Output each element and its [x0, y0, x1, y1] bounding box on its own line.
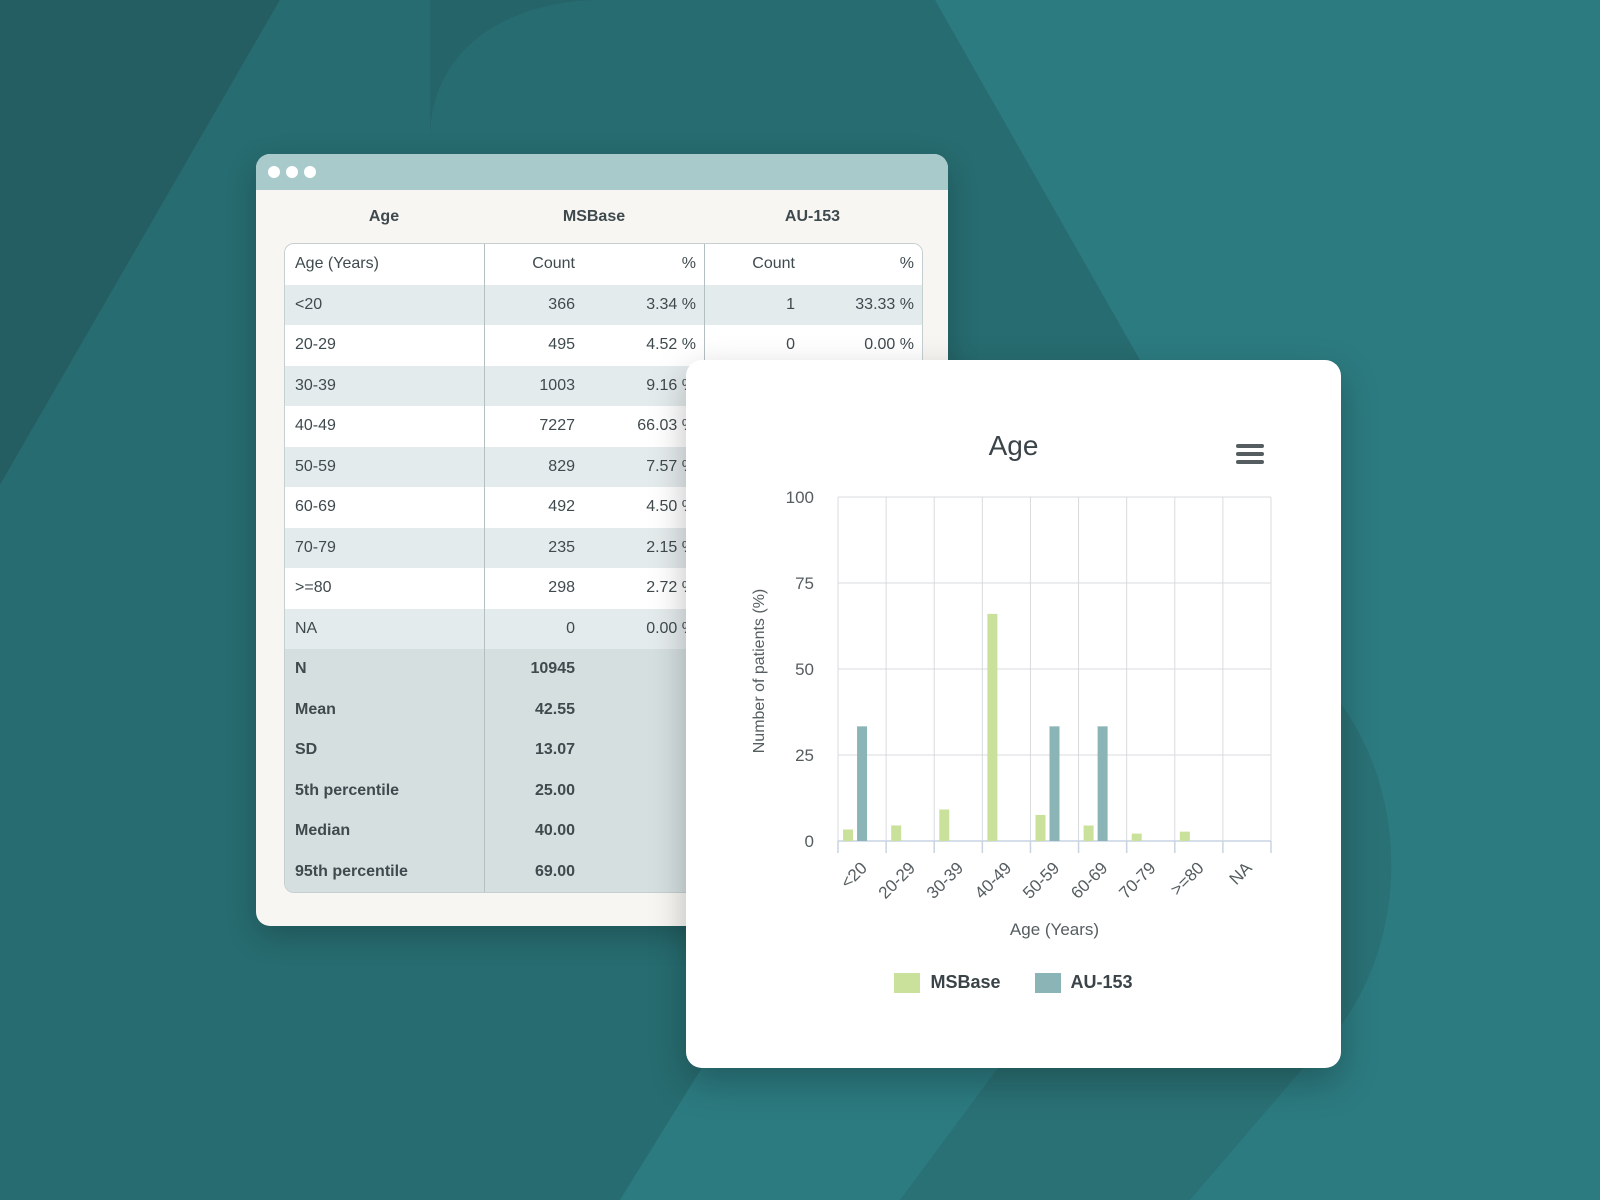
- stat-value: 25.00: [534, 781, 575, 799]
- y-axis-title: Number of patients (%): [751, 589, 768, 754]
- bar-au153[interactable]: [1097, 726, 1108, 841]
- legend-label-au153: AU-153: [1070, 972, 1133, 992]
- bar-msbase[interactable]: [843, 829, 854, 841]
- chart-legend: MSBase AU-153: [686, 972, 1341, 993]
- cell-label: >=80: [285, 568, 485, 609]
- bar-msbase[interactable]: [891, 825, 902, 841]
- stat-value: 42.55: [534, 700, 575, 718]
- stat-label: 5th percentile: [285, 770, 485, 811]
- cell-pct1: 3.34 %: [583, 284, 705, 325]
- window-control-dot[interactable]: [286, 166, 298, 178]
- column-header-age-years[interactable]: Age (Years): [285, 244, 485, 285]
- group-header-age: Age: [368, 208, 400, 225]
- legend-swatch-au153: [1034, 972, 1061, 993]
- window-titlebar: [256, 154, 948, 190]
- cell-count2: 1: [786, 295, 795, 313]
- group-header-msbase: MSBase: [562, 208, 626, 225]
- group-header-au153: AU-153: [784, 208, 841, 225]
- cell-count1: 298: [548, 579, 575, 596]
- stat-value: 69.00: [534, 862, 575, 880]
- window-control-dot[interactable]: [304, 166, 316, 178]
- stat-label: Median: [285, 811, 485, 852]
- cell-count1: 366: [548, 295, 575, 313]
- bar-msbase[interactable]: [939, 809, 950, 841]
- legend-swatch-msbase: [894, 972, 921, 993]
- cell-count1: 235: [548, 538, 575, 556]
- cell-label: NA: [285, 608, 485, 649]
- bar-au153[interactable]: [1049, 726, 1060, 841]
- legend-item-msbase[interactable]: MSBase: [894, 972, 1001, 993]
- stat-value: 40.00: [534, 822, 575, 839]
- cell-label: 20-29: [285, 325, 485, 366]
- x-tick-label: 60-69: [1067, 858, 1111, 902]
- x-tick-label: 20-29: [875, 858, 919, 902]
- stat-label: Mean: [285, 689, 485, 730]
- y-tick-label: 50: [795, 660, 814, 679]
- cell-count1: 7227: [539, 417, 575, 434]
- bar-msbase[interactable]: [1179, 831, 1190, 841]
- stat-value: 13.07: [534, 741, 575, 758]
- x-tick-label: >=80: [1167, 858, 1208, 899]
- x-tick-label: 40-49: [971, 858, 1015, 902]
- table-row: <20 366 3.34 % 1 33.33 %: [285, 284, 922, 325]
- legend-item-au153[interactable]: AU-153: [1034, 972, 1133, 993]
- cell-pct2: 33.33 %: [855, 295, 914, 313]
- x-tick-label: 70-79: [1115, 858, 1159, 902]
- stat-label: SD: [285, 730, 485, 771]
- table-header-row: Age (Years) Count % Count %: [285, 244, 922, 285]
- cell-count1: 0: [566, 619, 575, 637]
- column-header-au-count[interactable]: Count: [705, 244, 803, 285]
- bar-msbase[interactable]: [1083, 825, 1094, 841]
- stat-label: N: [285, 649, 485, 690]
- cell-label: 60-69: [285, 487, 485, 528]
- window-control-dot[interactable]: [268, 166, 280, 178]
- x-tick-label: 30-39: [923, 858, 967, 902]
- cell-count1: 495: [548, 336, 575, 353]
- y-tick-label: 0: [805, 832, 814, 851]
- column-header-au-percent[interactable]: %: [803, 244, 922, 285]
- x-axis-title: Age (Years): [1010, 920, 1099, 939]
- cell-label: <20: [285, 284, 485, 325]
- y-tick-label: 25: [795, 746, 814, 765]
- cell-count1: 829: [548, 457, 575, 475]
- bar-au153[interactable]: [857, 726, 868, 841]
- cell-label: 40-49: [285, 406, 485, 447]
- age-chart-card: Age 0 25 50 75 100 <20 20-29 30-39 40-49 50-59 60-…: [686, 360, 1341, 1068]
- y-tick-label: 100: [786, 488, 814, 507]
- cell-label: 30-39: [285, 365, 485, 406]
- cell-label: 50-59: [285, 446, 485, 487]
- x-tick-label: NA: [1226, 858, 1257, 889]
- table-group-headers: Age MSBase AU-153: [256, 190, 948, 244]
- bar-msbase[interactable]: [1131, 833, 1142, 841]
- bar-msbase[interactable]: [987, 613, 998, 841]
- age-bar-chart: 0 25 50 75 100 <20 20-29 30-39 40-49 50-59 60-69 70…: [751, 488, 1272, 939]
- legend-label-msbase: MSBase: [930, 972, 1001, 992]
- column-header-msbase-count[interactable]: Count: [485, 244, 583, 285]
- cell-count1: 1003: [539, 376, 575, 394]
- column-header-msbase-percent[interactable]: %: [583, 244, 705, 285]
- y-tick-label: 75: [795, 574, 814, 593]
- x-tick-label: 50-59: [1019, 858, 1063, 902]
- bar-msbase[interactable]: [1035, 814, 1046, 841]
- cell-label: 70-79: [285, 527, 485, 568]
- stat-label: 95th percentile: [285, 851, 485, 892]
- x-tick-label: <20: [837, 858, 871, 892]
- cell-count1: 492: [548, 498, 575, 515]
- stat-value: 10945: [530, 660, 576, 677]
